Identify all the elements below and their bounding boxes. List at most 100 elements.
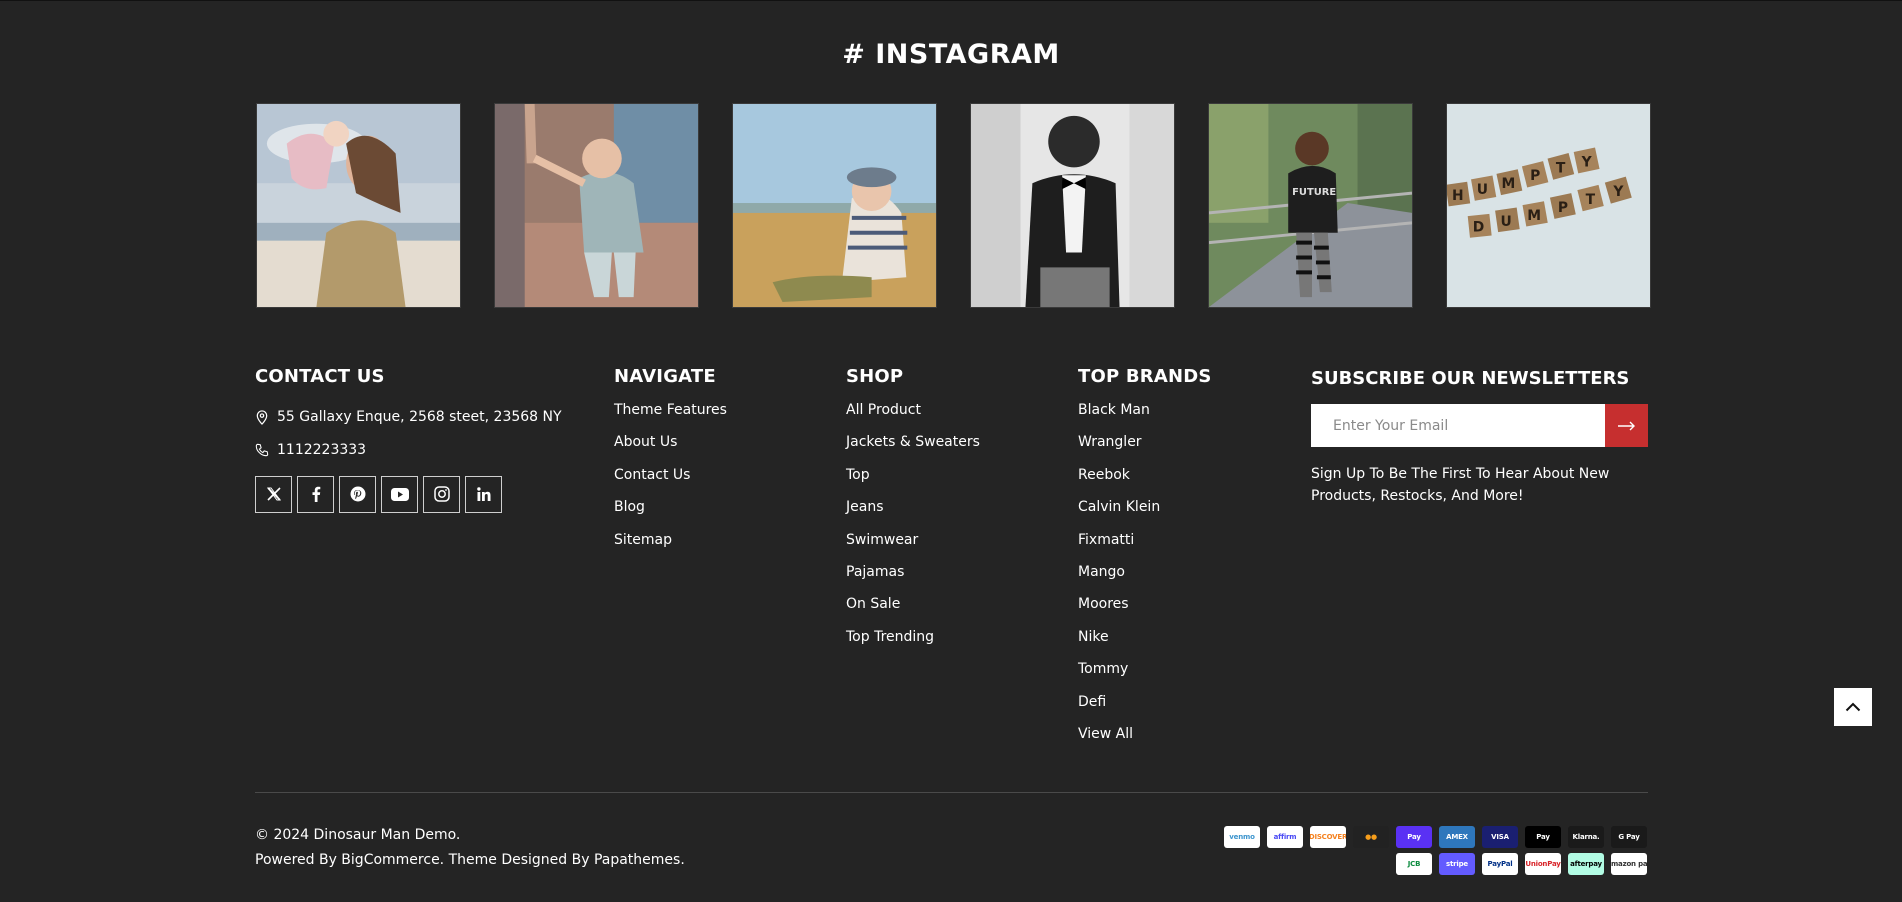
afterpay-icon: afterpay (1568, 853, 1604, 875)
brand-item-fixmatti[interactable]: Fixmatti (1078, 531, 1212, 563)
klarna-icon: Klarna. (1568, 826, 1604, 848)
brand-item-tommy[interactable]: Tommy (1078, 660, 1212, 692)
amazon-pay-label: amazon pay (1611, 860, 1647, 868)
discover-icon: DISCOVER (1310, 826, 1346, 848)
contact-phone[interactable]: 1112223333 (255, 433, 562, 465)
svg-text:T: T (1556, 160, 1566, 176)
instagram-post-baby-beach[interactable] (732, 103, 937, 308)
brands-heading: TOP BRANDS (1078, 366, 1212, 387)
instagram-post-boy-bowtie[interactable] (970, 103, 1175, 308)
instagram-title: # INSTAGRAM (842, 39, 1060, 70)
klarna-label: Klarna. (1572, 833, 1600, 841)
unionpay-icon: UnionPay (1525, 853, 1561, 875)
newsletter-section: SUBSCRIBE OUR NEWSLETTERS Sign Up To Be … (1311, 366, 1648, 507)
brand-item-view-all[interactable]: View All (1078, 725, 1212, 757)
brands-column: TOP BRANDS Black Man Wrangler Reebok Cal… (1078, 366, 1212, 757)
facebook-icon (312, 487, 320, 503)
humpty-dumpty-tiles-photo: H U M P T Y D U M P T Y (1447, 104, 1650, 307)
shop-item-top-trending[interactable]: Top Trending (846, 628, 980, 660)
facebook-social-button[interactable] (297, 475, 334, 513)
linkedin-icon (476, 487, 490, 502)
nav-item-about-us[interactable]: About Us (614, 433, 727, 465)
discover-label: DISCOVER (1310, 833, 1346, 841)
brand-item-defi[interactable]: Defi (1078, 693, 1212, 725)
visa-icon: VISA (1482, 826, 1518, 848)
shop-item-jeans[interactable]: Jeans (846, 498, 980, 530)
brand-item-nike[interactable]: Nike (1078, 628, 1212, 660)
svg-text:M: M (1527, 208, 1541, 224)
svg-text:Y: Y (1581, 154, 1593, 170)
nav-item-contact-us[interactable]: Contact Us (614, 466, 727, 498)
brand-item-wrangler[interactable]: Wrangler (1078, 433, 1212, 465)
shop-item-on-sale[interactable]: On Sale (846, 595, 980, 627)
mastercard-icon: ●● (1353, 826, 1389, 848)
svg-text:M: M (1501, 176, 1515, 192)
pinterest-icon (350, 486, 365, 502)
map-pin-icon (255, 410, 277, 425)
contact-heading: CONTACT US (255, 366, 385, 387)
google-pay-label: G Pay (1618, 833, 1640, 841)
x-icon (266, 487, 281, 501)
shop-item-all-product[interactable]: All Product (846, 401, 980, 433)
newsletter-submit-button[interactable] (1605, 404, 1648, 447)
instagram-gallery: FUTURE H U M P T Y D U M P T Y (256, 103, 1651, 308)
shop-pay-label: Pay (1407, 833, 1421, 841)
brand-item-calvin-klein[interactable]: Calvin Klein (1078, 498, 1212, 530)
instagram-icon (433, 486, 450, 503)
instagram-post-humpty-tiles[interactable]: H U M P T Y D U M P T Y (1446, 103, 1651, 308)
nav-item-theme-features[interactable]: Theme Features (614, 401, 727, 433)
stripe-label: stripe (1446, 860, 1468, 868)
linkedin-social-button[interactable] (465, 475, 502, 513)
mastercard-label: ●● (1365, 833, 1377, 841)
affirm-label: affirm (1273, 833, 1297, 841)
visa-label: VISA (1491, 833, 1509, 841)
nav-item-sitemap[interactable]: Sitemap (614, 531, 727, 563)
jcb-icon: JCB (1396, 853, 1432, 875)
instagram-post-mother-baby[interactable] (256, 103, 461, 308)
svg-text:U: U (1477, 182, 1488, 198)
shop-item-top[interactable]: Top (846, 466, 980, 498)
instagram-post-girl-bridge[interactable]: FUTURE (1208, 103, 1413, 308)
instagram-social-button[interactable] (423, 475, 460, 513)
mother-lifting-baby-photo (257, 104, 460, 307)
amex-icon: AMEX (1439, 826, 1475, 848)
brand-item-mango[interactable]: Mango (1078, 563, 1212, 595)
afterpay-label: afterpay (1570, 860, 1602, 868)
brand-item-reebok[interactable]: Reebok (1078, 466, 1212, 498)
svg-text:Y: Y (1612, 184, 1624, 200)
arrow-right-icon (1617, 421, 1635, 430)
youtube-social-button[interactable] (381, 475, 418, 513)
shop-item-pajamas[interactable]: Pajamas (846, 563, 980, 595)
boy-in-bowtie-photo (971, 104, 1174, 307)
shop-item-jackets-sweaters[interactable]: Jackets & Sweaters (846, 433, 980, 465)
svg-text:FUTURE: FUTURE (1292, 187, 1336, 198)
brand-item-black-man[interactable]: Black Man (1078, 401, 1212, 433)
amazon-pay-icon: amazon pay (1611, 853, 1647, 875)
payment-icons-row-1: venmo affirm DISCOVER ●● Pay AMEX VISA P… (1224, 826, 1647, 848)
brand-item-moores[interactable]: Moores (1078, 595, 1212, 627)
contact-address-text: 55 Gallaxy Enque, 2568 steet, 23568 NY (277, 409, 562, 426)
powered-by-text: Powered By BigCommerce. Theme Designed B… (255, 852, 685, 868)
pinterest-social-button[interactable] (339, 475, 376, 513)
shop-column: SHOP All Product Jackets & Sweaters Top … (846, 366, 980, 660)
payment-icons-row-2: JCB stripe PayPal UnionPay afterpay amaz… (1396, 853, 1647, 875)
x-social-button[interactable] (255, 475, 292, 513)
navigate-heading: NAVIGATE (614, 366, 716, 387)
google-pay-icon: G Pay (1611, 826, 1647, 848)
instagram-post-toddler-walk[interactable] (494, 103, 699, 308)
svg-text:U: U (1500, 214, 1511, 230)
shop-item-swimwear[interactable]: Swimwear (846, 531, 980, 563)
back-to-top-button[interactable] (1834, 688, 1872, 726)
shop-heading: SHOP (846, 366, 904, 387)
affirm-icon: affirm (1267, 826, 1303, 848)
nav-item-blog[interactable]: Blog (614, 498, 727, 530)
brands-list: Black Man Wrangler Reebok Calvin Klein F… (1078, 401, 1212, 757)
social-links (255, 475, 562, 513)
paypal-icon: PayPal (1482, 853, 1518, 875)
stripe-icon: stripe (1439, 853, 1475, 875)
newsletter-email-input[interactable] (1311, 404, 1605, 447)
chevron-up-icon (1845, 702, 1861, 712)
contact-column: CONTACT US 55 Gallaxy Enque, 2568 steet,… (255, 366, 562, 513)
footer-divider (255, 792, 1648, 793)
girl-on-bridge-photo: FUTURE (1209, 104, 1412, 307)
